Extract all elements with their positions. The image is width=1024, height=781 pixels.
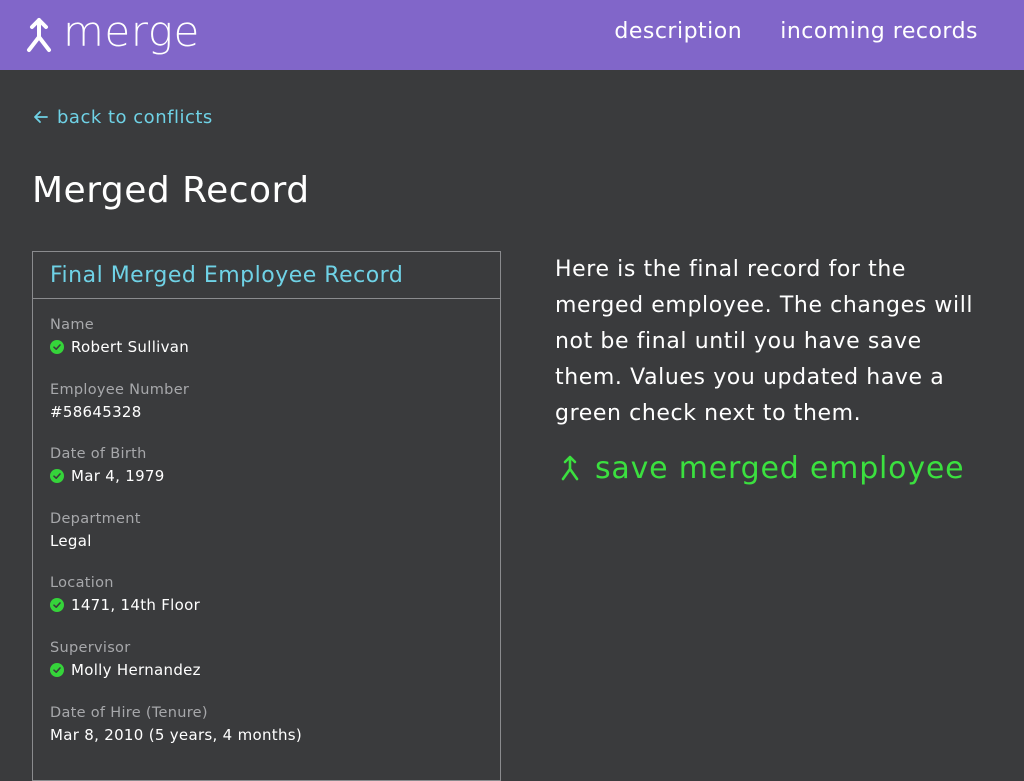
field-date-of-birth: Date of Birth Mar 4, 1979 [50, 445, 165, 486]
panel-title: Final Merged Employee Record [33, 252, 500, 299]
field-label: Employee Number [50, 382, 190, 398]
nav-description[interactable]: description [614, 16, 742, 48]
field-date-of-hire: Date of Hire (Tenure) Mar 8, 2010 (5 yea… [50, 704, 302, 745]
field-label: Supervisor [50, 640, 131, 656]
field-label: Location [50, 575, 114, 591]
field-value: Mar 4, 1979 [71, 467, 165, 485]
field-label: Date of Birth [50, 446, 147, 462]
field-value-row: #58645328 [50, 402, 189, 422]
back-to-conflicts-link[interactable]: back to conflicts [33, 104, 213, 130]
field-value: Legal [50, 532, 92, 550]
check-circle-icon [50, 663, 64, 677]
field-value: Robert Sullivan [71, 338, 190, 356]
top-nav: description incoming records [614, 16, 978, 48]
check-circle-icon [50, 598, 64, 612]
save-merged-employee-button[interactable]: save merged employee [560, 448, 964, 488]
field-value: #58645328 [50, 403, 142, 421]
merged-record-panel: Final Merged Employee Record Name Robert… [32, 251, 501, 781]
merge-icon [561, 455, 579, 481]
field-value-row: Robert Sullivan [50, 337, 189, 357]
logo-text: merge [63, 7, 200, 56]
check-circle-icon [50, 469, 64, 483]
page-title: Merged Record [32, 170, 310, 211]
field-value-row: Legal [50, 531, 141, 551]
field-value-row: 1471, 14th Floor [50, 595, 200, 615]
top-bar: merge description incoming records [0, 0, 1024, 70]
arrow-left-icon [34, 111, 48, 123]
back-link-label: back to conflicts [57, 106, 213, 128]
field-location: Location 1471, 14th Floor [50, 574, 200, 615]
field-label: Department [50, 511, 141, 527]
save-button-label: save merged employee [595, 450, 965, 486]
field-department: Department Legal [50, 510, 141, 551]
nav-incoming-records[interactable]: incoming records [780, 16, 978, 48]
check-circle-icon [50, 340, 64, 354]
field-supervisor: Supervisor Molly Hernandez [50, 639, 201, 680]
field-name: Name Robert Sullivan [50, 316, 189, 357]
field-value: 1471, 14th Floor [71, 596, 201, 614]
field-employee-number: Employee Number #58645328 [50, 381, 189, 422]
field-value-row: Mar 4, 1979 [50, 466, 165, 486]
field-label: Name [50, 317, 94, 333]
app-logo[interactable]: merge [25, 7, 200, 58]
field-value: Molly Hernandez [71, 661, 201, 679]
field-label: Date of Hire (Tenure) [50, 705, 208, 721]
field-value-row: Mar 8, 2010 (5 years, 4 months) [50, 725, 302, 745]
field-value-row: Molly Hernandez [50, 660, 201, 680]
field-value: Mar 8, 2010 (5 years, 4 months) [50, 726, 303, 744]
description-text: Here is the final record for the merged … [555, 257, 974, 426]
merge-icon [27, 18, 51, 52]
